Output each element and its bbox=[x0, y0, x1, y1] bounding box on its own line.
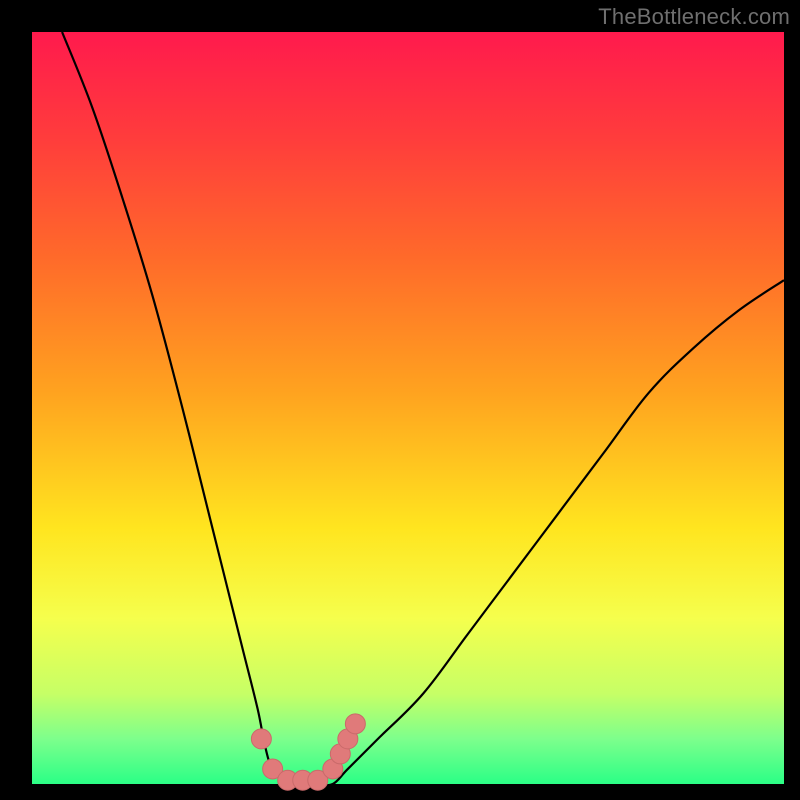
curve-layer bbox=[62, 32, 784, 785]
plot-area bbox=[32, 32, 784, 784]
curve-marker bbox=[345, 714, 365, 734]
curve-marker bbox=[251, 729, 271, 749]
bottleneck-curve-svg bbox=[32, 32, 784, 784]
chart-frame: TheBottleneck.com bbox=[0, 0, 800, 800]
marker-layer bbox=[251, 714, 365, 790]
bottleneck-curve bbox=[62, 32, 784, 785]
watermark-text: TheBottleneck.com bbox=[598, 4, 790, 30]
